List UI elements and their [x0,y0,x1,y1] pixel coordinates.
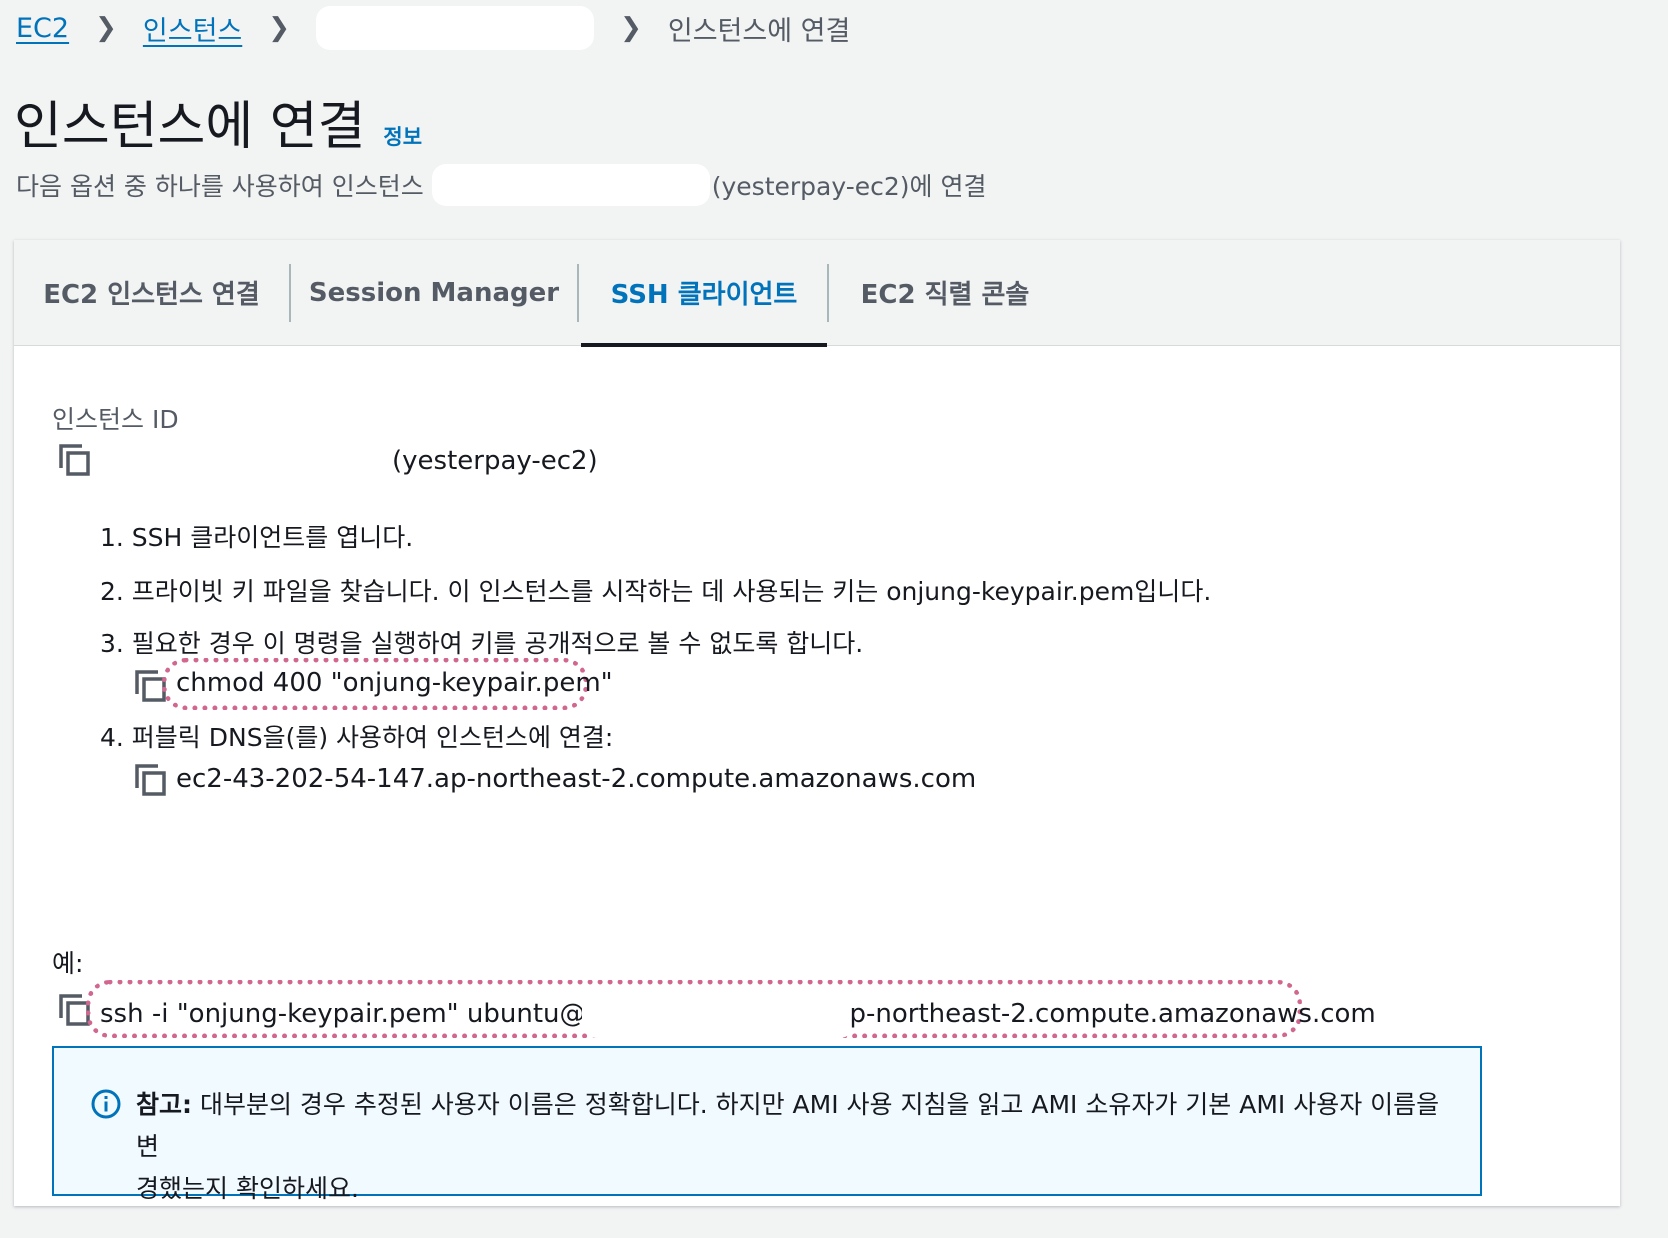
step-1: 1. SSH 클라이언트를 엽니다. [100,523,414,552]
connect-panel: EC2 인스턴스 연결 Session Manager SSH 클라이언트 EC… [14,240,1620,1206]
page-subtitle: 다음 옵션 중 하나를 사용하여 인스턴스 (yesterpay-ec2)에 연… [16,164,986,206]
alert-title: 참고: [136,1090,192,1119]
redacted-instance-id [316,6,595,50]
copy-icon[interactable] [58,442,92,478]
ssh-command: ssh -i "onjung-keypair.pem" ubuntu@ p-no… [100,990,1376,1038]
example-label: 예: [52,949,84,978]
chevron-right-icon: ❯ [268,13,291,43]
tab-ssh-client[interactable]: SSH 클라이언트 [581,240,827,347]
info-icon [90,1088,122,1120]
alert-text-1: 대부분의 경우 추정된 사용자 이름은 정확합니다. 하지만 AMI 사용 지침… [136,1090,1440,1161]
info-link[interactable]: 정보 [383,121,422,151]
subtitle-suffix: (yesterpay-ec2)에 연결 [711,172,987,201]
public-dns-value: ec2-43-202-54-147.ap-northeast-2.compute… [176,764,977,794]
ssh-command-prefix: ssh -i "onjung-keypair.pem" ubuntu@ [100,999,586,1029]
breadcrumb-instances-link[interactable]: 인스턴스 [143,9,242,48]
redacted-instance-id [431,164,710,206]
alert-line-1: 참고: 대부분의 경우 추정된 사용자 이름은 정확합니다. 하지만 AMI 사… [136,1084,1440,1168]
tab-divider [577,263,579,322]
info-alert: 참고: 대부분의 경우 추정된 사용자 이름은 정확합니다. 하지만 AMI 사… [52,1046,1482,1203]
alert-line-2: 경했는지 확인하세요. [136,1174,359,1203]
instance-id-value: (yesterpay-ec2) [392,446,598,476]
breadcrumb-ec2-link[interactable]: EC2 [16,13,69,44]
tab-ec2-serial-console[interactable]: EC2 직렬 콘솔 [829,240,1061,346]
ssh-command-suffix: p-northeast-2.compute.amazonaws.com [849,999,1376,1029]
chmod-command: chmod 400 "onjung-keypair.pem" [176,668,613,698]
redacted-hostname [581,990,854,1038]
chevron-right-icon: ❯ [620,13,642,43]
instance-id-label: 인스턴스 ID [52,405,179,434]
tab-list: EC2 인스턴스 연결 Session Manager SSH 클라이언트 EC… [14,240,1620,347]
breadcrumb: EC2 ❯ 인스턴스 ❯ ❯ 인스턴스에 연결 [16,6,851,50]
step-4: 4. 퍼블릭 DNS을(를) 사용하여 인스턴스에 연결: [100,723,614,752]
tab-session-manager[interactable]: Session Manager [291,240,577,346]
step-2: 2. 프라이빗 키 파일을 찾습니다. 이 인스턴스를 시작하는 데 사용되는 … [100,577,1212,606]
tab-ec2-instance-connect[interactable]: EC2 인스턴스 연결 [14,240,289,346]
page-title: 인스턴스에 연결 [14,97,366,157]
breadcrumb-current: 인스턴스에 연결 [667,15,851,47]
chevron-right-icon: ❯ [95,13,117,43]
subtitle-prefix: 다음 옵션 중 하나를 사용하여 인스턴스 [16,172,424,201]
step-3: 3. 필요한 경우 이 명령을 실행하여 키를 공개적으로 볼 수 없도록 합니… [100,629,864,658]
copy-icon[interactable] [134,762,168,798]
page-title-wrap: 인스턴스에 연결 정보 [14,84,422,159]
